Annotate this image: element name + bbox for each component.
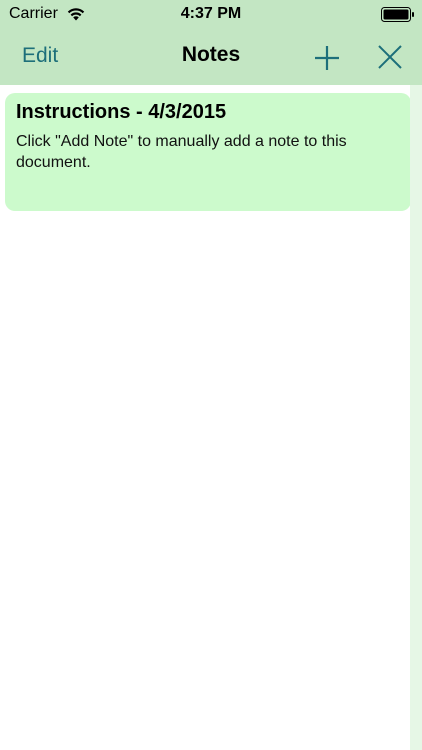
note-title: Instructions - 4/3/2015 (16, 101, 227, 123)
add-note-button[interactable] (313, 44, 341, 72)
close-button[interactable] (377, 44, 403, 70)
notes-list[interactable]: Instructions - 4/3/2015 Click "Add Note"… (0, 85, 422, 750)
battery-icon (381, 7, 415, 22)
status-bar: Carrier 4:37 PM (0, 0, 422, 30)
close-icon (378, 45, 402, 69)
side-strip (410, 85, 422, 750)
nav-bar: Edit Notes (0, 30, 422, 85)
page-title: Notes (181, 43, 241, 66)
plus-icon (315, 46, 339, 70)
status-time: 4:37 PM (180, 5, 242, 22)
header: Carrier 4:37 PM Edit Notes (0, 0, 422, 85)
note-body: Click "Add Note" to manually add a note … (16, 133, 347, 171)
note-card[interactable]: Instructions - 4/3/2015 Click "Add Note"… (5, 93, 411, 211)
